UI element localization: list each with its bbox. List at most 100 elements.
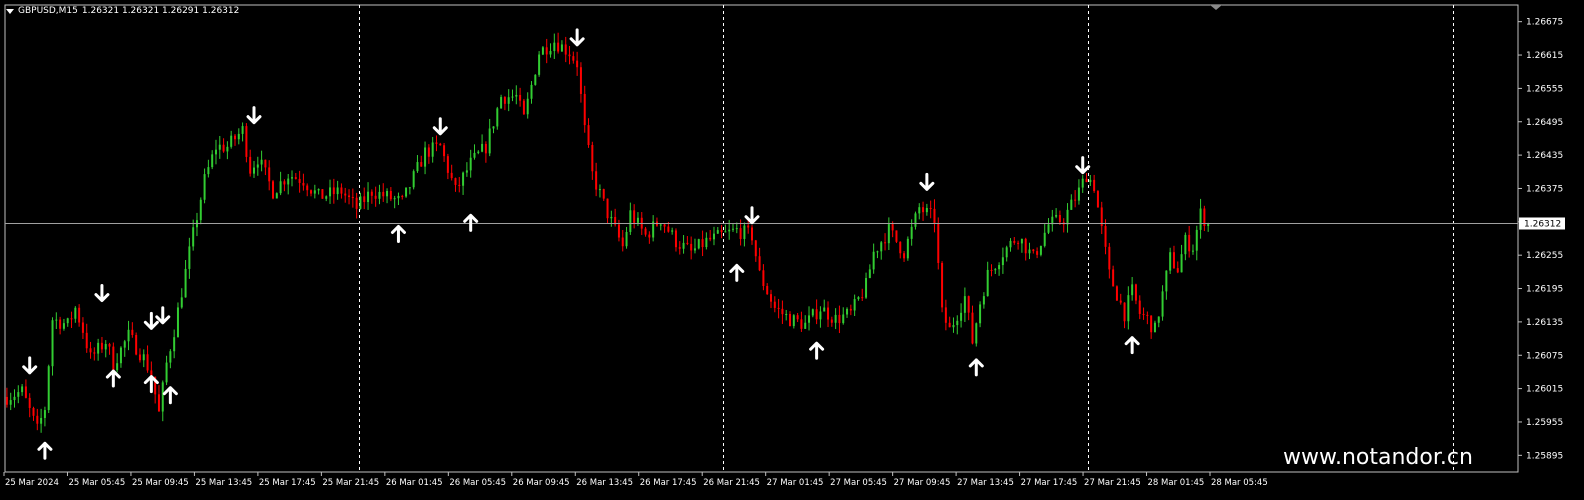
candle-bear xyxy=(617,224,620,238)
candle-bull xyxy=(275,193,278,199)
candle-bull xyxy=(735,228,738,230)
candle-bear xyxy=(1036,251,1039,255)
candle-bear xyxy=(1074,199,1077,201)
candle-bull xyxy=(1005,247,1008,258)
price-chart[interactable]: 1.26675 1.26615 1.26555 1.26495 1.26435 1.263… xyxy=(0,0,1584,500)
candle-bear xyxy=(272,181,275,199)
candle-bear xyxy=(891,224,894,231)
candle-bear xyxy=(446,156,449,173)
candle-bear xyxy=(830,319,833,323)
candle-bull xyxy=(1169,252,1172,271)
candle-bull xyxy=(397,195,400,199)
candle-bear xyxy=(1024,238,1027,254)
candle-bear xyxy=(750,227,753,241)
candle-bull xyxy=(329,187,332,197)
y-tick-label: 1.26195 xyxy=(1526,285,1563,295)
x-tick-label: 25 Mar 05:45 xyxy=(68,478,125,488)
candle-bull xyxy=(203,174,206,200)
candle-bull xyxy=(416,162,419,172)
candle-bear xyxy=(686,242,689,244)
candle-bull xyxy=(994,269,997,271)
candle-bear xyxy=(944,307,947,323)
candle-bull xyxy=(507,97,510,104)
x-tick-label: 27 Mar 05:45 xyxy=(830,478,887,488)
candle-bear xyxy=(268,167,271,182)
chart-window[interactable]: 1.26675 1.26615 1.26555 1.26495 1.26435 1.263… xyxy=(0,0,1584,500)
candle-bear xyxy=(112,346,115,371)
candle-bear xyxy=(310,190,313,194)
candle-bull xyxy=(872,251,875,270)
candle-bear xyxy=(435,142,438,144)
candle-bull xyxy=(857,297,860,300)
candle-bear xyxy=(1146,314,1149,316)
candle-bull xyxy=(887,224,890,244)
candle-bear xyxy=(545,47,548,55)
candle-bull xyxy=(853,299,856,311)
candle-bear xyxy=(157,394,160,412)
candle-bull xyxy=(1153,322,1156,333)
candle-bull xyxy=(530,84,533,99)
watermark-text: www.notandor.cn xyxy=(1283,445,1473,470)
candle-bear xyxy=(332,187,335,195)
candle-bear xyxy=(1188,234,1191,252)
candle-bull xyxy=(21,386,24,393)
candle-bear xyxy=(720,230,723,233)
candle-bull xyxy=(55,319,58,321)
candle-bull xyxy=(317,189,320,191)
candle-bear xyxy=(701,239,704,248)
candle-bear xyxy=(135,335,138,355)
candle-bull xyxy=(1047,224,1050,233)
candle-bear xyxy=(990,269,993,271)
candle-bear xyxy=(595,171,598,190)
shift-marker[interactable] xyxy=(1210,5,1222,10)
candle-bear xyxy=(690,243,693,251)
candle-bull xyxy=(218,144,221,150)
candle-bull xyxy=(560,44,563,52)
candle-bull xyxy=(176,307,179,338)
candle-bull xyxy=(9,400,12,405)
candle-bull xyxy=(1195,229,1198,251)
candle-bear xyxy=(922,207,925,213)
x-tick-label: 28 Mar 01:45 xyxy=(1148,478,1205,488)
candle-bull xyxy=(1028,249,1031,254)
candle-bull xyxy=(405,187,408,197)
candle-bull xyxy=(865,278,868,298)
candle-bull xyxy=(492,126,495,129)
candle-bear xyxy=(1058,214,1061,223)
y-tick-label: 1.25895 xyxy=(1526,451,1563,461)
candle-bear xyxy=(747,225,750,228)
sell-arrow-icon xyxy=(569,28,585,47)
candle-bull xyxy=(199,199,202,221)
candle-bull xyxy=(659,224,662,226)
candle-bear xyxy=(1138,300,1141,314)
sell-arrow-icon xyxy=(143,311,159,330)
candle-bull xyxy=(1161,291,1164,317)
candle-bear xyxy=(351,197,354,199)
dropdown-triangle-icon[interactable] xyxy=(6,8,14,14)
candle-bull xyxy=(325,196,328,199)
candle-bull xyxy=(226,146,229,152)
candle-bull xyxy=(211,154,214,168)
candle-bear xyxy=(602,189,605,199)
candle-bear xyxy=(245,126,248,157)
candle-bull xyxy=(1043,232,1046,246)
candle-bear xyxy=(754,240,757,257)
x-tick-label: 27 Mar 09:45 xyxy=(894,478,951,488)
candle-bull xyxy=(842,314,845,324)
candle-bear xyxy=(971,312,974,344)
x-tick-label: 28 Mar 05:45 xyxy=(1211,478,1268,488)
candle-bear xyxy=(739,228,742,239)
candle-bear xyxy=(1172,252,1175,269)
candle-bull xyxy=(43,410,46,418)
candle-bear xyxy=(579,67,582,94)
candle-bull xyxy=(207,167,210,175)
candle-bull xyxy=(47,366,50,411)
candle-bull xyxy=(431,142,434,157)
candle-bear xyxy=(370,191,373,196)
candle-bull xyxy=(161,382,164,412)
y-tick-label: 1.26375 xyxy=(1526,184,1563,194)
candle-bull xyxy=(359,196,362,209)
candle-bull xyxy=(180,297,183,308)
candle-bull xyxy=(610,216,613,219)
candle-bear xyxy=(849,308,852,311)
